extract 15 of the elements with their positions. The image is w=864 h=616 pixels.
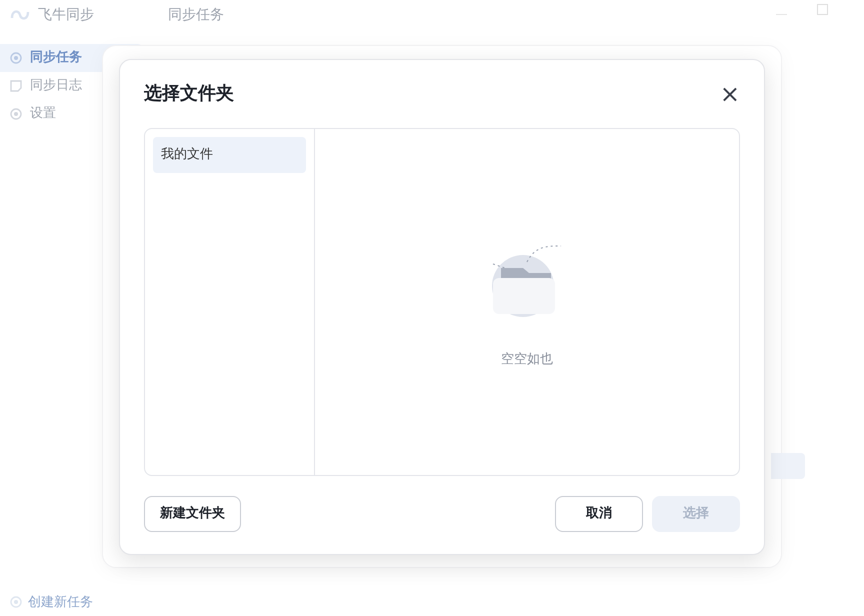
maximize-icon[interactable] (817, 4, 828, 15)
note-icon (10, 80, 22, 92)
dialog-button[interactable]: 新建文件夹 (144, 496, 241, 532)
dialog-title: 选择文件夹 (144, 83, 234, 105)
folder-item[interactable]: 我的文件 (153, 137, 306, 172)
close-button[interactable]: × (720, 82, 740, 106)
dialog-button[interactable]: 取消 (555, 496, 643, 532)
target-icon (10, 52, 22, 64)
logo-icon (10, 8, 30, 22)
create-task-link[interactable]: 创建新任务 (10, 592, 93, 612)
page-title: 同步任务 (168, 6, 224, 24)
app-name: 飞牛同步 (38, 6, 95, 24)
target-icon (10, 596, 22, 608)
empty-message: 空空如也 (501, 351, 553, 370)
target-icon (10, 108, 22, 120)
